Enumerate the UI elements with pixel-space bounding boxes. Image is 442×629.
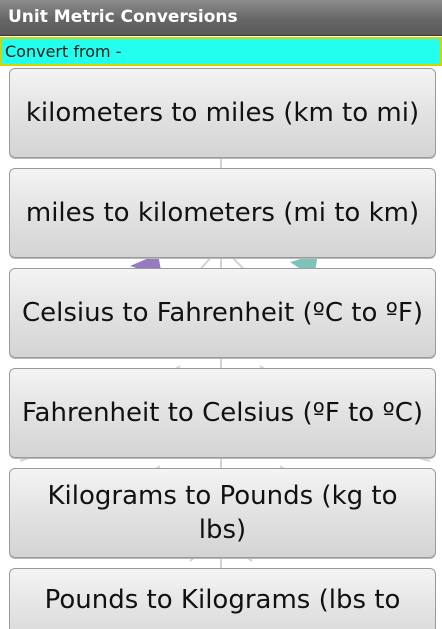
km-to-miles-button[interactable]: kilometers to miles (km to mi) [9,68,436,158]
fahrenheit-to-celsius-label: Fahrenheit to Celsius (ºF to ºC) [21,398,424,428]
kg-to-pounds-label: Kilograms to Pounds (kg to lbs) [47,481,398,545]
miles-to-km-label: miles to kilometers (mi to km) [25,198,420,228]
convert-from-header: Convert from - [0,37,442,66]
fahrenheit-to-celsius-button[interactable]: Fahrenheit to Celsius (ºF to ºC) [9,368,436,458]
pounds-to-kg-button[interactable]: Pounds to Kilograms (lbs to [9,568,436,629]
celsius-to-fahrenheit-button[interactable]: Celsius to Fahrenheit (ºC to ºF) [9,268,436,358]
pounds-to-kg-label: Pounds to Kilograms (lbs to [44,585,401,615]
app-title: Unit Metric Conversions [8,7,238,27]
conversion-list[interactable]: kilometers to miles (km to mi) miles to … [0,66,442,629]
convert-from-label: Convert from - [5,42,122,61]
celsius-to-fahrenheit-label: Celsius to Fahrenheit (ºC to ºF) [21,298,424,328]
title-bar: Unit Metric Conversions [0,0,442,36]
km-to-miles-label: kilometers to miles (km to mi) [25,98,420,128]
kg-to-pounds-button[interactable]: Kilograms to Pounds (kg to lbs) [9,468,436,558]
miles-to-km-button[interactable]: miles to kilometers (mi to km) [9,168,436,258]
